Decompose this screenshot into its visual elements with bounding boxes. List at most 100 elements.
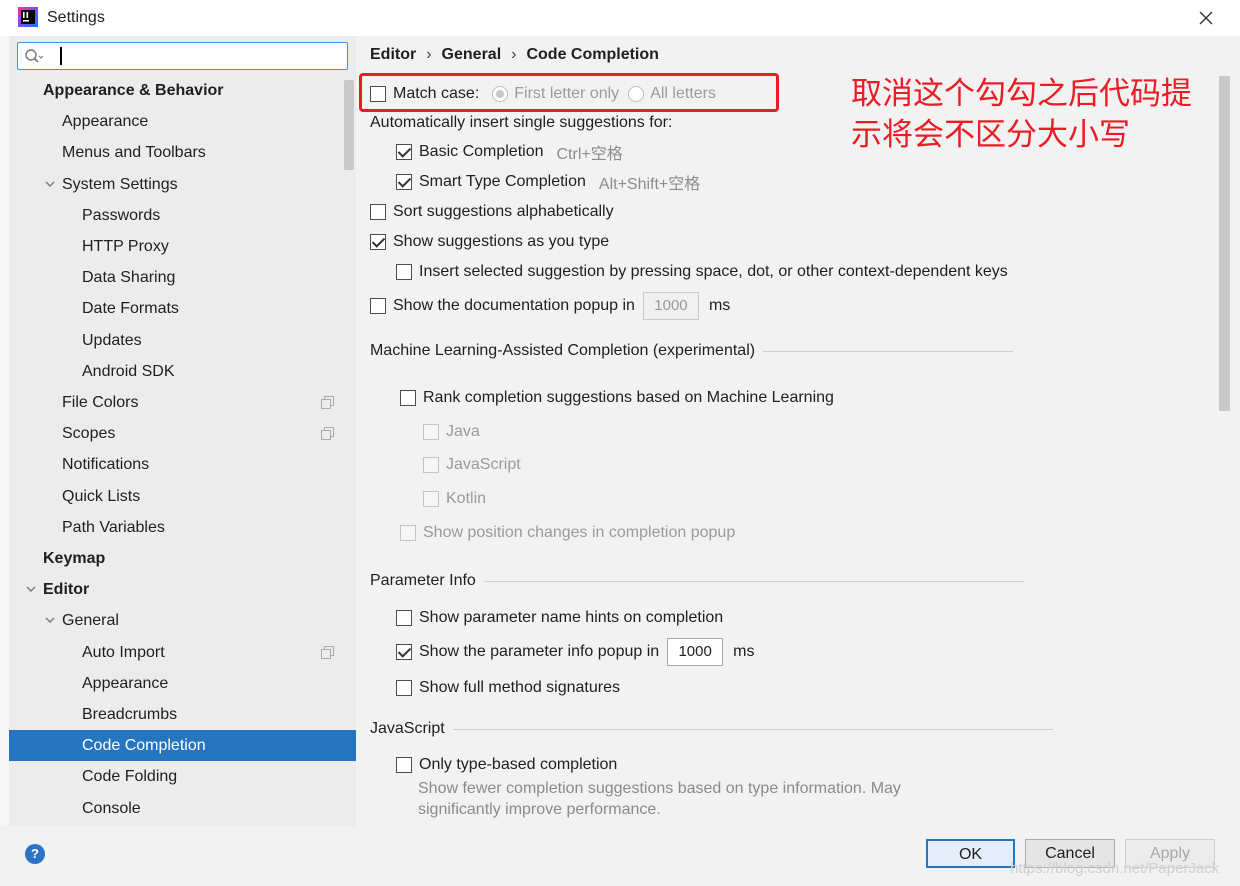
project-scope-icon (321, 427, 334, 441)
param-popup-checkbox[interactable] (396, 644, 412, 660)
js-section-header: JavaScript (370, 720, 1053, 738)
ml-javascript-checkbox[interactable] (423, 457, 439, 473)
sidebar-item-menus-and-toolbars[interactable]: Menus and Toolbars (9, 137, 356, 168)
breadcrumb-editor[interactable]: Editor (370, 46, 416, 64)
auto-insert-heading: Automatically insert single suggestions … (370, 111, 672, 135)
section-divider (452, 728, 1053, 730)
sidebar-item-quick-lists[interactable]: Quick Lists (9, 481, 356, 512)
sidebar-item-file-colors[interactable]: File Colors (9, 387, 356, 418)
param-hints-checkbox[interactable] (396, 610, 412, 626)
chevron-down-icon[interactable] (25, 583, 37, 595)
basic-completion-shortcut: Ctrl+空格 (556, 146, 623, 163)
breadcrumb-general[interactable]: General (442, 46, 502, 64)
param-popup-label: Show the parameter info popup in (419, 643, 660, 660)
sidebar-item-editor[interactable]: Editor (9, 574, 356, 605)
ml-rank-row: Rank completion suggestions based on Mac… (400, 386, 834, 410)
chevron-down-icon[interactable] (44, 614, 56, 626)
type-based-description-line2: significantly improve performance. (418, 801, 661, 818)
help-button[interactable]: ? (25, 844, 45, 864)
sidebar-item-label: System Settings (62, 175, 178, 193)
sidebar-item-scopes[interactable]: Scopes (9, 418, 356, 449)
show-as-type-checkbox[interactable] (370, 234, 386, 250)
project-scope-icon (321, 396, 334, 409)
sidebar-item-label: Menus and Toolbars (62, 144, 206, 162)
sidebar-item-general[interactable]: General (9, 605, 356, 636)
ml-position-label: Show position changes in completion popu… (423, 524, 736, 541)
window-title: Settings (47, 9, 105, 26)
section-divider (483, 580, 1024, 582)
sidebar-item-label: Appearance & Behavior (43, 82, 224, 99)
sidebar-item-appearance[interactable]: Appearance (9, 668, 356, 699)
sidebar-item-code-folding[interactable]: Code Folding (9, 761, 356, 792)
smart-type-label: Smart Type Completion (419, 173, 586, 190)
breadcrumb-code-completion: Code Completion (526, 46, 659, 63)
sidebar-item-system-settings[interactable]: System Settings (9, 169, 356, 200)
sidebar-item-console[interactable]: Console (9, 793, 356, 824)
sidebar-item-date-formats[interactable]: Date Formats (9, 293, 356, 324)
dialog-button-bar: ? OK Cancel Apply (0, 826, 1240, 886)
full-signatures-row: Show full method signatures (396, 676, 620, 700)
search-input[interactable] (58, 45, 338, 67)
ml-rank-checkbox[interactable] (400, 390, 416, 406)
sort-alpha-row: Sort suggestions alphabetically (370, 200, 614, 224)
insert-selected-checkbox[interactable] (396, 264, 412, 280)
sidebar-item-keymap[interactable]: Keymap (9, 543, 356, 574)
search-icon (25, 49, 44, 63)
basic-completion-row: Basic Completion Ctrl+空格 (396, 140, 623, 164)
sidebar-item-passwords[interactable]: Passwords (9, 200, 356, 231)
sidebar-item-android-sdk[interactable]: Android SDK (9, 356, 356, 387)
param-popup-delay-field[interactable]: 1000 (667, 638, 724, 666)
ok-button[interactable]: OK (926, 839, 1015, 868)
close-button[interactable] (1194, 6, 1218, 30)
doc-popup-delay-field[interactable]: 1000 (642, 292, 699, 320)
sidebar-item-notifications[interactable]: Notifications (9, 449, 356, 480)
js-section-title: JavaScript (370, 720, 445, 737)
sidebar-item-auto-import[interactable]: Auto Import (9, 637, 356, 668)
sort-alpha-label: Sort suggestions alphabetically (393, 203, 614, 220)
sidebar-item-data-sharing[interactable]: Data Sharing (9, 262, 356, 293)
ml-kotlin-row: Kotlin (423, 487, 486, 511)
ml-javascript-label: JavaScript (446, 456, 521, 473)
sidebar-item-http-proxy[interactable]: HTTP Proxy (9, 231, 356, 262)
settings-window: Settings Appearance & Behavior Appearance… (0, 0, 1240, 886)
sidebar-item-label: Updates (82, 331, 142, 349)
smart-type-shortcut: Alt+Shift+空格 (598, 176, 701, 193)
sidebar-item-updates[interactable]: Updates (9, 325, 356, 356)
sidebar-item-label: Passwords (82, 206, 161, 224)
full-signatures-checkbox[interactable] (396, 680, 412, 696)
sort-alpha-checkbox[interactable] (370, 204, 386, 220)
breadcrumb-separator: › (511, 46, 517, 63)
ml-javascript-row: JavaScript (423, 453, 521, 477)
settings-search[interactable] (17, 42, 348, 70)
annotation-line1: 取消这个勾勾之后代码提 (851, 76, 1192, 112)
basic-completion-checkbox[interactable] (396, 144, 412, 160)
doc-popup-checkbox[interactable] (370, 298, 386, 314)
ml-position-checkbox[interactable] (400, 525, 416, 541)
sidebar-item-breadcrumbs[interactable]: Breadcrumbs (9, 699, 356, 730)
window-left-edge (0, 36, 9, 826)
ml-position-row: Show position changes in completion popu… (400, 521, 735, 545)
sidebar-item-label: Console (82, 799, 141, 817)
param-popup-unit: ms (733, 643, 755, 660)
param-hints-label: Show parameter name hints on completion (419, 609, 724, 626)
sidebar-item-appearance-behavior[interactable]: Appearance & Behavior (9, 75, 356, 106)
ml-section-header: Machine Learning-Assisted Completion (ex… (370, 342, 1014, 360)
sidebar-item-label: General (62, 612, 119, 630)
breadcrumb: Editor › General › Code Completion (370, 46, 659, 64)
ml-java-checkbox[interactable] (423, 424, 439, 440)
annotation-text: 取消这个勾勾之后代码提 示将会不区分大小写 (851, 74, 1221, 156)
ml-kotlin-checkbox[interactable] (423, 491, 439, 507)
doc-popup-unit: ms (708, 297, 731, 314)
param-hints-row: Show parameter name hints on completion (396, 606, 723, 630)
sidebar-item-label: Appearance (62, 113, 149, 131)
sidebar-item-label: Path Variables (62, 518, 165, 536)
chevron-down-icon[interactable] (44, 178, 56, 190)
sidebar-item-path-variables[interactable]: Path Variables (9, 512, 356, 543)
smart-type-checkbox[interactable] (396, 174, 412, 190)
sidebar-item-label: Auto Import (82, 643, 165, 661)
type-based-checkbox[interactable] (396, 757, 412, 773)
type-based-description-line1: Show fewer completion suggestions based … (418, 780, 901, 797)
sidebar-item-code-completion[interactable]: Code Completion (9, 730, 356, 762)
sidebar-item-appearance[interactable]: Appearance (9, 106, 356, 137)
sidebar-item-label: Date Formats (82, 300, 179, 318)
